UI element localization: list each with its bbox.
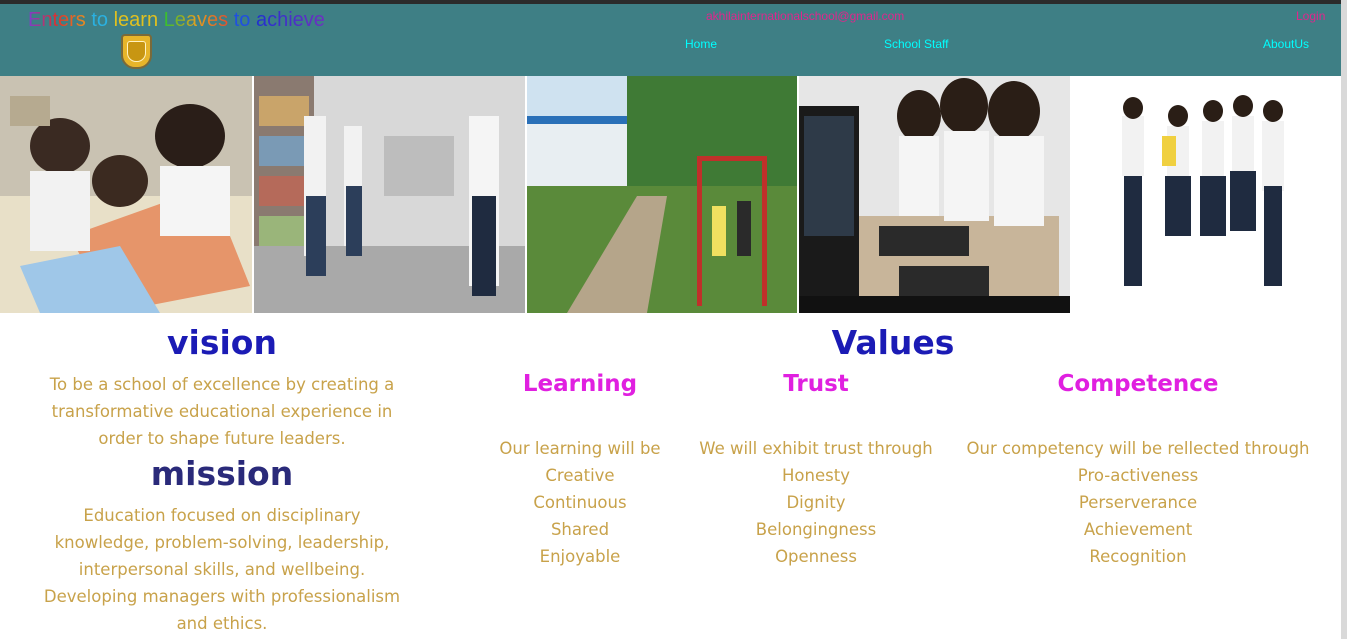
list-item: Enjoyable: [539, 547, 621, 566]
shield-icon: [127, 41, 146, 62]
list-item: Honesty: [782, 466, 850, 485]
list-item: Shared: [550, 520, 610, 539]
nav-school-staff-link[interactable]: School Staff: [884, 37, 949, 51]
scrollbar[interactable]: [1341, 0, 1347, 639]
login-link[interactable]: Login: [1296, 9, 1325, 23]
list-item: Dignity: [786, 493, 846, 512]
contact-email: akhilainternationalschool@gmail.com: [706, 9, 905, 23]
site-header: Enters to learn Leaves to achieve akhila…: [0, 4, 1341, 76]
list-item: Perserverance: [1078, 493, 1198, 512]
competence-title: Competence: [1057, 371, 1219, 397]
nav-home-link[interactable]: Home: [685, 37, 717, 51]
list-item: We will exhibit trust through: [699, 439, 933, 458]
list-item: Our learning will be: [499, 439, 661, 458]
list-item: Creative: [545, 466, 615, 485]
list-item: Achievement: [1083, 520, 1193, 539]
tagline: Enters to learn Leaves to achieve: [28, 9, 325, 32]
tagline-word-achieve: achieve: [255, 9, 325, 31]
trust-title: Trust: [783, 371, 849, 397]
students-drawing-photo: [0, 76, 252, 313]
tagline-word-learn: learn: [113, 9, 159, 31]
school-logo[interactable]: [121, 34, 152, 69]
mission-text: Education focused on disciplinary knowle…: [43, 506, 401, 633]
vision-heading: vision: [167, 323, 277, 362]
tagline-word-enters: Enters: [28, 9, 86, 31]
tagline-word-to-2: to: [228, 9, 256, 31]
tagline-word-leaves: Leaves: [163, 9, 229, 31]
list-item: Openness: [775, 547, 857, 566]
nav-about-us-link[interactable]: AboutUs: [1263, 37, 1309, 51]
list-item: Pro-activeness: [1077, 466, 1199, 485]
list-item: Our competency will be rellected through: [966, 439, 1310, 458]
learning-list: Our learning will be Creative Continuous…: [470, 435, 690, 570]
trust-list: We will exhibit trust through Honesty Di…: [690, 435, 942, 570]
list-item: Belongingness: [755, 520, 877, 539]
mission-heading: mission: [150, 454, 294, 493]
values-heading: Values: [831, 323, 955, 362]
vision-text: To be a school of excellence by creating…: [49, 375, 395, 448]
list-item: Recognition: [1089, 547, 1187, 566]
jumping-students-photo: [1072, 76, 1341, 313]
competence-list: Our competency will be rellected through…: [960, 435, 1316, 570]
learning-title: Learning: [522, 371, 638, 397]
school-garden-swings-photo: [527, 76, 797, 313]
list-item: Continuous: [533, 493, 627, 512]
library-students-photo: [254, 76, 525, 313]
computer-lab-students-photo: [799, 76, 1070, 313]
tagline-word-to: to: [85, 9, 114, 31]
